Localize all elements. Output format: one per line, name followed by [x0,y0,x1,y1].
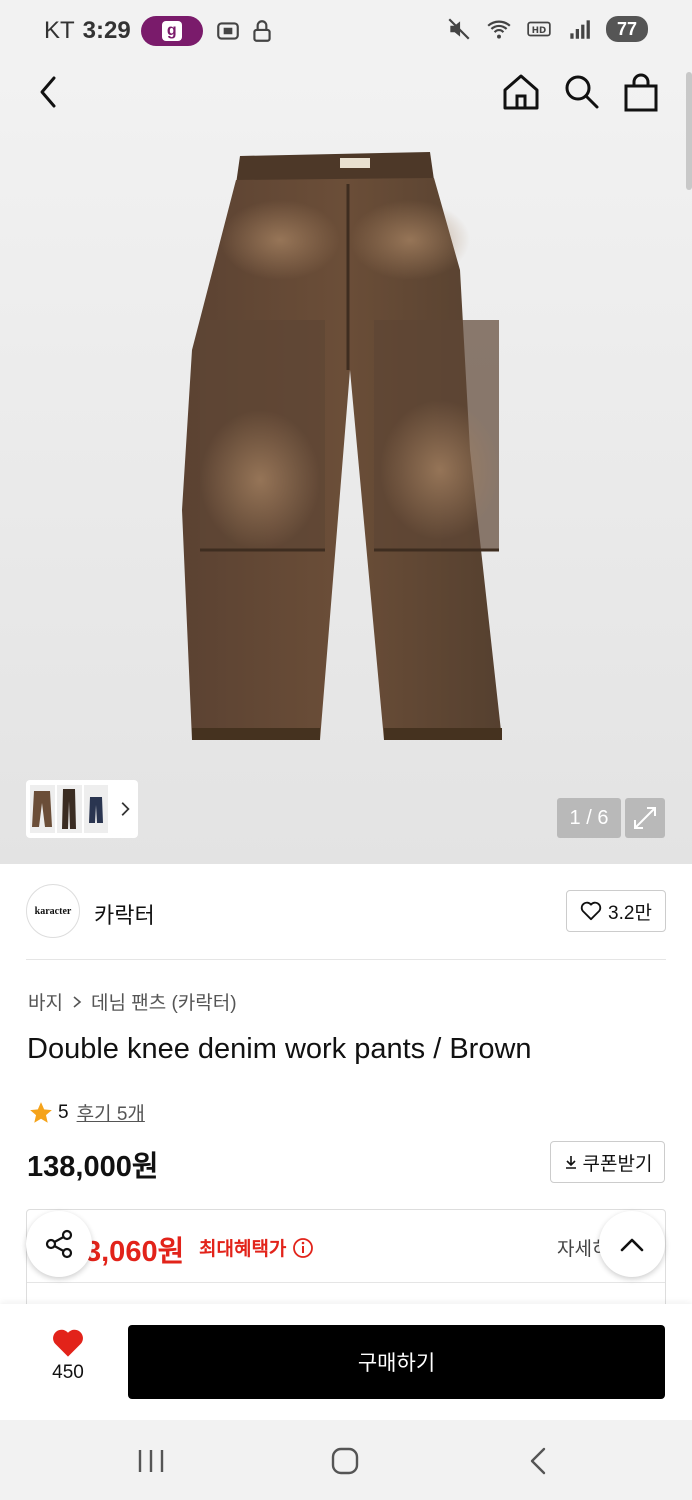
lock-icon [253,20,271,42]
svg-text:HD: HD [532,26,546,36]
clock: 3:29 [82,17,131,44]
shopping-bag-icon[interactable] [622,72,660,112]
brand-row[interactable]: karacter 카락터 3.2만 [26,884,666,940]
carrier-label: KT [44,17,75,44]
info-icon[interactable] [292,1237,314,1259]
mute-icon [448,18,470,40]
benefit-label-text: 최대혜택가 [199,1239,287,1260]
thumbnail-strip[interactable] [26,780,138,838]
heart-outline-icon [580,901,602,921]
wish-count: 450 [52,1362,84,1383]
screenshot-icon [216,22,239,40]
rating-score: 5 [58,1101,69,1123]
divider [27,1282,665,1283]
purchase-bar: 450 구매하기 [0,1304,692,1420]
coupon-label: 쿠폰받기 [582,1153,653,1175]
thumbnail-image[interactable] [56,785,82,833]
heart-filled-icon [53,1329,83,1357]
thumbnail-image[interactable] [83,785,109,833]
recent-apps-icon[interactable] [136,1448,166,1474]
brand-like-button[interactable]: 3.2만 [566,890,666,932]
thumbnail-image[interactable] [30,785,55,833]
coupon-button[interactable]: 쿠폰받기 [550,1141,665,1183]
brand-name[interactable]: 카락터 [94,898,155,930]
chevron-right-icon[interactable] [116,799,134,819]
product-price: 138,000원 [27,1151,159,1183]
page-scrollbar[interactable] [686,72,692,190]
expand-icon [634,807,656,829]
divider [26,959,666,960]
home-button-icon[interactable] [330,1446,360,1476]
brand-logo-text: karacter [34,905,72,917]
signal-icon [570,20,590,39]
search-icon[interactable] [562,72,600,110]
chevron-up-icon [620,1238,644,1252]
expand-button[interactable] [625,798,665,838]
benefit-label: 최대혜택가 [199,1234,314,1261]
chevron-right-icon [73,995,82,1008]
hd-icon: HD [527,21,551,37]
battery-indicator: 77 [606,16,648,42]
wish-button[interactable]: 450 [40,1328,96,1392]
app-badge: g [140,16,203,46]
scroll-top-button[interactable] [599,1211,665,1277]
buy-button[interactable]: 구매하기 [128,1325,665,1399]
system-navigation-bar [0,1420,692,1500]
breadcrumb-subcategory[interactable]: 데님 팬츠 (카락터) [91,988,237,1015]
rating-row: 5 후기 5개 [28,1099,145,1126]
product-title: Double knee denim work pants / Brown [27,1033,532,1065]
download-icon [565,1156,576,1169]
product-gallery[interactable]: 1 / 6 [0,62,692,864]
breadcrumb-category[interactable]: 바지 [28,988,63,1015]
home-icon[interactable] [502,72,540,112]
star-icon [30,1101,52,1123]
benefit-price: 3,060원 [85,1236,185,1268]
breadcrumb: 바지 데님 팬츠 (카락터) [28,988,237,1015]
app-badge-letter: g [161,21,182,41]
review-count-link[interactable]: 후기 5개 [77,1099,145,1126]
brand-logo[interactable]: karacter [26,884,80,938]
back-icon[interactable] [34,74,62,110]
share-button[interactable] [26,1211,92,1277]
system-back-icon[interactable] [526,1446,550,1476]
product-image [182,152,502,740]
brand-like-count: 3.2만 [608,902,652,924]
share-icon [45,1229,73,1259]
status-bar: KT 3:29 g HD 77 [0,0,692,62]
image-counter: 1 / 6 [557,798,621,838]
top-navigation [0,62,692,124]
wifi-icon [487,20,511,39]
